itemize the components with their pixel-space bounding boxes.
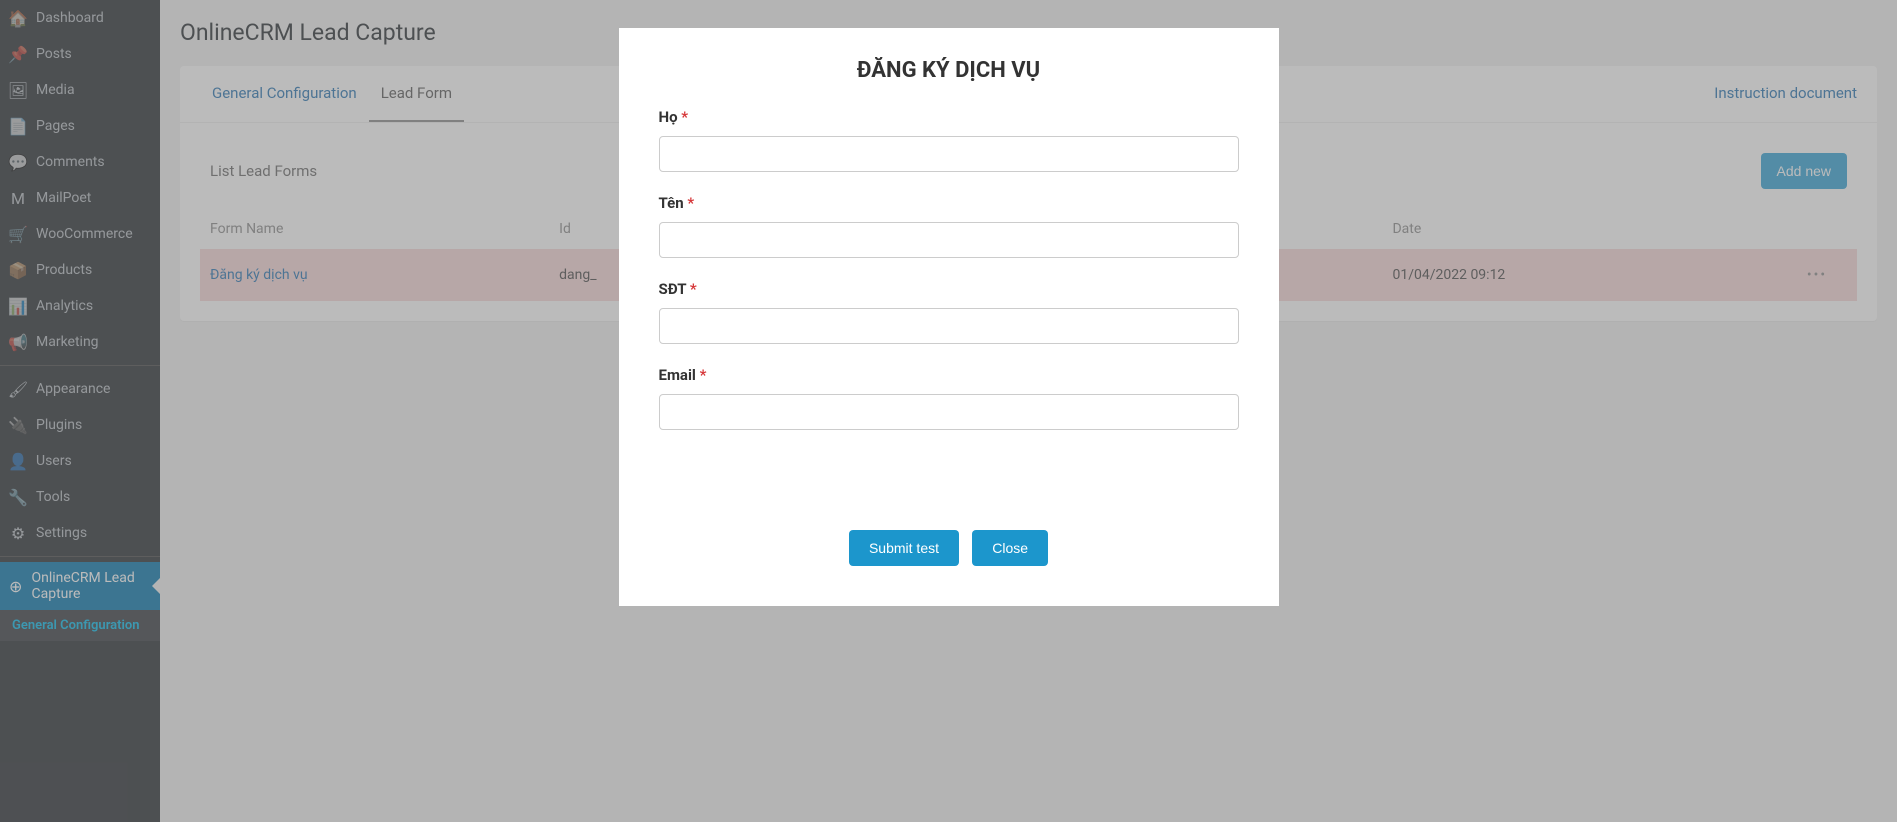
input-ten[interactable] [659, 222, 1239, 258]
input-sdt[interactable] [659, 308, 1239, 344]
input-email[interactable] [659, 394, 1239, 430]
required-indicator: * [700, 366, 707, 384]
form-group-ho: Họ * [659, 108, 1239, 172]
label-ten: Tên * [659, 194, 1239, 212]
required-indicator: * [681, 108, 688, 126]
form-group-email: Email * [659, 366, 1239, 430]
input-ho[interactable] [659, 136, 1239, 172]
modal-title: ĐĂNG KÝ DỊCH VỤ [659, 58, 1239, 83]
registration-modal: ĐĂNG KÝ DỊCH VỤ Họ * Tên * SĐT * Email *… [619, 28, 1279, 606]
form-group-sdt: SĐT * [659, 280, 1239, 344]
label-ho: Họ * [659, 108, 1239, 126]
close-button[interactable]: Close [972, 530, 1048, 566]
modal-footer: Submit test Close [659, 530, 1239, 566]
form-group-ten: Tên * [659, 194, 1239, 258]
required-indicator: * [687, 194, 694, 212]
required-indicator: * [690, 280, 697, 298]
label-sdt: SĐT * [659, 280, 1239, 298]
label-email: Email * [659, 366, 1239, 384]
submit-test-button[interactable]: Submit test [849, 530, 959, 566]
